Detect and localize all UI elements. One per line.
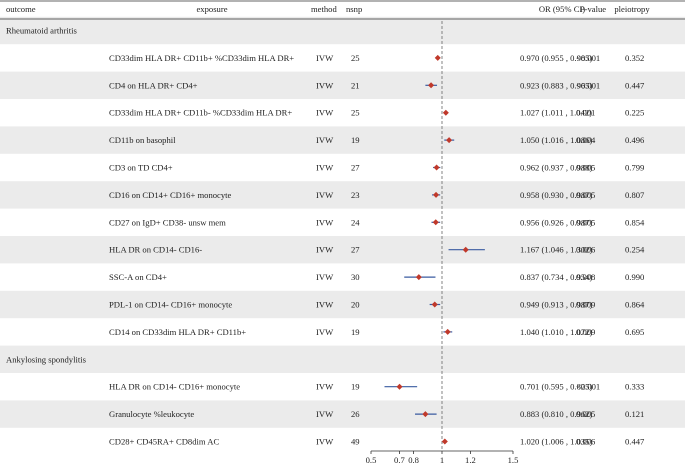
or-point [433, 164, 440, 171]
method-cell: IVW [316, 53, 334, 63]
method-cell: IVW [316, 437, 334, 447]
method-cell: IVW [316, 163, 334, 173]
method-cell: IVW [316, 300, 334, 310]
exposure-label: HLA DR on CD14- CD16- [109, 245, 202, 255]
nsnp-cell: 24 [351, 217, 360, 227]
method-cell: IVW [316, 217, 334, 227]
exposure-label: CD33dim HLA DR+ CD11b- %CD33dim HLA DR+ [109, 108, 292, 118]
method-cell: IVW [316, 80, 334, 90]
nsnp-cell: 20 [351, 300, 360, 310]
exposure-label: SSC-A on CD4+ [109, 272, 167, 282]
p-value-cell: 0.006 [576, 245, 596, 255]
exposure-label: CD28+ CD45RA+ CD8dim AC [109, 437, 219, 447]
pleiotropy-cell: 0.864 [625, 300, 645, 310]
p-value-cell: 0.005 [576, 217, 595, 227]
pleiotropy-cell: 0.447 [625, 437, 645, 447]
p-value-cell: 0.009 [576, 300, 595, 310]
p-value-cell: 0.009 [576, 327, 595, 337]
row-stripe [0, 16, 685, 45]
nsnp-cell: 21 [351, 80, 360, 90]
pleiotropy-cell: 0.854 [625, 217, 645, 227]
pleiotropy-cell: 0.799 [625, 163, 644, 173]
pleiotropy-cell: 0.352 [625, 53, 644, 63]
x-tick-label: 1.2 [465, 455, 476, 465]
x-axis: 0.5 0.7 0.8 1 1.2 1.5 [366, 450, 519, 465]
exposure-label: CD4 on HLA DR+ CD4+ [109, 80, 198, 90]
exposure-label: PDL-1 on CD14- CD16+ monocyte [109, 300, 232, 310]
exposure-label: CD3 on TD CD4+ [109, 163, 173, 173]
nsnp-cell: 23 [351, 190, 360, 200]
column-header-exposure: exposure [196, 4, 227, 14]
p-value-cell: 0.005 [576, 409, 595, 419]
p-value-cell: 0.005 [576, 190, 595, 200]
pleiotropy-cell: 0.333 [625, 382, 644, 392]
pleiotropy-cell: 0.447 [625, 80, 645, 90]
column-headers: outcome exposure method nsnp OR (95% CI)P-va… [0, 0, 685, 20]
column-header-method: method [311, 4, 337, 14]
method-cell: IVW [316, 108, 334, 118]
x-tick-label: 1 [440, 455, 444, 465]
pleiotropy-cell: 0.225 [625, 108, 644, 118]
nsnp-cell: 19 [351, 135, 360, 145]
x-tick-label: 0.5 [366, 455, 377, 465]
column-header-outcome: outcome [6, 4, 36, 14]
p-value-cell: <0.001 [576, 80, 600, 90]
exposure-label: CD11b on basophil [109, 135, 176, 145]
pleiotropy-cell: 0.254 [625, 245, 645, 255]
pleiotropy-cell: 0.807 [625, 190, 645, 200]
p-value-cell: 0.008 [576, 272, 595, 282]
pleiotropy-cell: 0.695 [625, 327, 644, 337]
method-cell: IVW [316, 409, 334, 419]
exposure-label: CD14 on CD33dim HLA DR+ CD11b+ [109, 327, 246, 337]
nsnp-cell: 27 [351, 245, 360, 255]
x-tick-label: 0.7 [394, 455, 405, 465]
method-cell: IVW [316, 382, 334, 392]
or-point [432, 219, 439, 226]
pleiotropy-cell: 0.990 [625, 272, 644, 282]
nsnp-cell: 26 [351, 409, 360, 419]
method-cell: IVW [316, 245, 334, 255]
p-value-cell: 0.004 [576, 135, 596, 145]
nsnp-cell: 25 [351, 53, 360, 63]
method-cell: IVW [316, 190, 334, 200]
exposure-label: CD33dim HLA DR+ CD11b+ %CD33dim HLA DR+ [109, 53, 294, 63]
p-value-cell: <0.001 [576, 382, 600, 392]
pleiotropy-cell: 0.121 [625, 409, 644, 419]
forest-plot: outcome exposure method nsnp OR (95% CI)P-va… [0, 0, 685, 465]
p-value-cell: 0.006 [576, 437, 596, 447]
p-value-cell: 0.005 [576, 163, 595, 173]
exposure-label: Granulocyte %leukocyte [109, 409, 194, 419]
x-tick-label: 0.8 [408, 455, 419, 465]
or-point [434, 54, 441, 61]
nsnp-cell: 25 [351, 108, 360, 118]
or-point [415, 274, 422, 281]
method-cell: IVW [316, 135, 334, 145]
nsnp-cell: 27 [351, 163, 360, 173]
pleiotropy-cell: 0.496 [625, 135, 645, 145]
p-value-cell: <0.001 [576, 53, 600, 63]
group-label: Ankylosing spondylitis [6, 354, 87, 364]
exposure-label: CD16 on CD14+ CD16+ monocyte [109, 190, 232, 200]
p-value-cell: 0.001 [576, 108, 595, 118]
or-point [396, 383, 403, 390]
or-point [441, 438, 448, 445]
column-header-or: OR (95% CI) [539, 4, 585, 14]
or-point [444, 328, 451, 335]
method-cell: IVW [316, 272, 334, 282]
or-point [442, 109, 449, 116]
nsnp-cell: 19 [351, 382, 360, 392]
column-header-pleio: pleiotropy [614, 4, 650, 14]
column-header-nsnp: nsnp [346, 4, 362, 14]
exposure-label: HLA DR on CD14- CD16+ monocyte [109, 382, 240, 392]
nsnp-cell: 49 [351, 437, 360, 447]
column-header-p: P-value [580, 4, 606, 14]
method-cell: IVW [316, 327, 334, 337]
group-label: Rheumatoid arthritis [6, 26, 78, 36]
nsnp-cell: 19 [351, 327, 360, 337]
nsnp-cell: 30 [351, 272, 360, 282]
row-stripe [0, 345, 685, 373]
x-tick-label: 1.5 [508, 455, 519, 465]
exposure-label: CD27 on IgD+ CD38- unsw mem [109, 217, 226, 227]
